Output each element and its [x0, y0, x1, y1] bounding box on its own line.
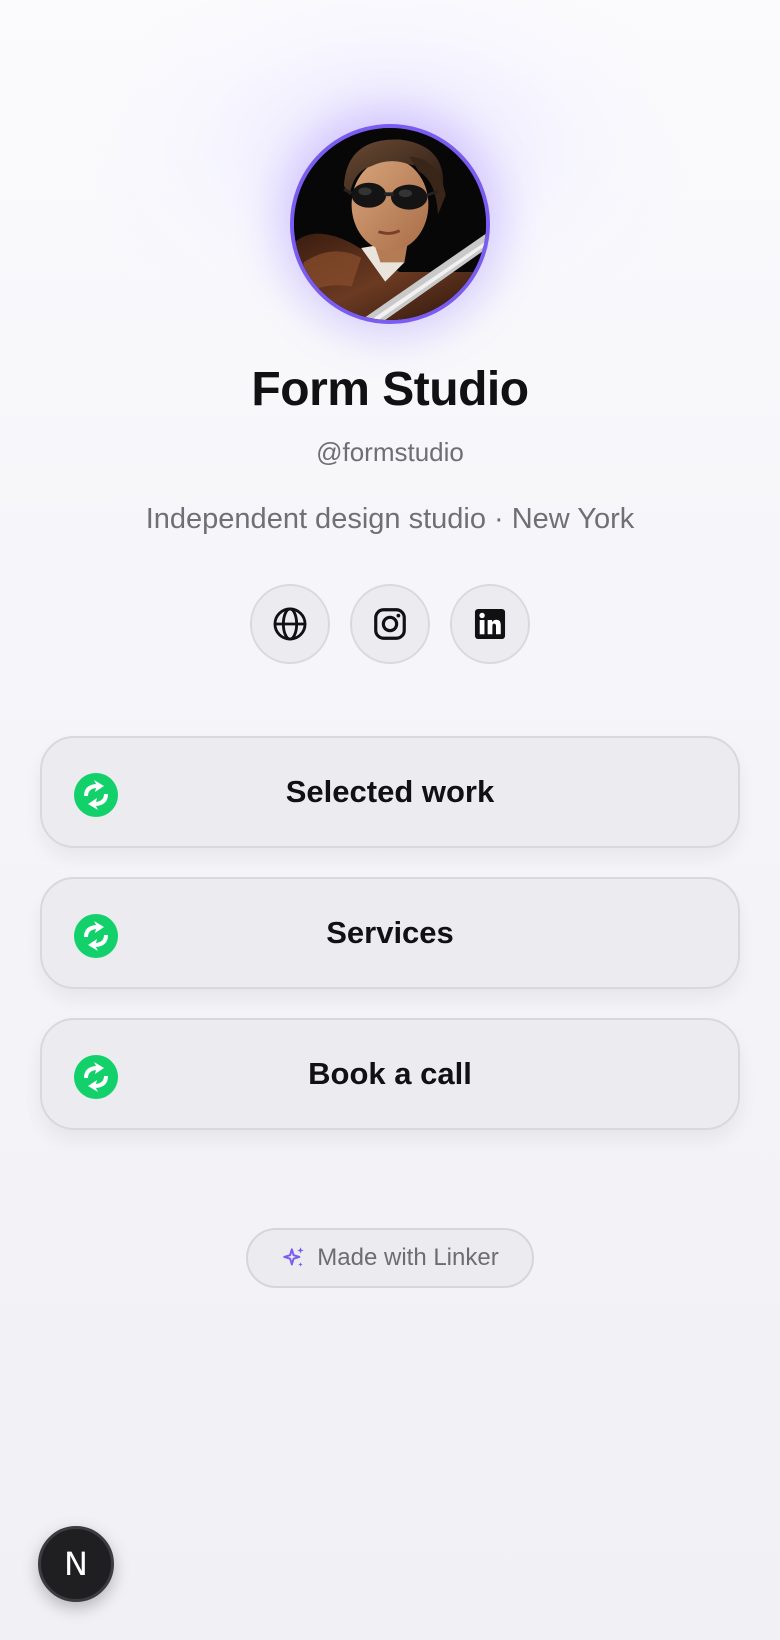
- refresh-icon: [74, 1055, 118, 1099]
- instagram-icon: [374, 608, 406, 640]
- linkedin-icon: [474, 608, 506, 640]
- avatar-photo: [294, 128, 486, 320]
- nextjs-dev-indicator-button[interactable]: N: [38, 1526, 114, 1602]
- link-selected-work[interactable]: Selected work: [40, 736, 740, 848]
- made-with-linker-badge[interactable]: Made with Linker: [246, 1228, 534, 1288]
- link-label: Selected work: [285, 774, 495, 809]
- nextjs-icon: N: [64, 1545, 88, 1583]
- profile-name: Form Studio: [251, 363, 529, 416]
- link-services[interactable]: Services: [40, 877, 740, 989]
- refresh-icon: [74, 773, 118, 817]
- avatar: [290, 124, 490, 324]
- website-button[interactable]: [250, 584, 330, 664]
- globe-icon: [273, 607, 307, 641]
- link-label: Services: [326, 915, 454, 950]
- link-label: Book a call: [308, 1056, 472, 1091]
- profile-handle: @formstudio: [316, 437, 464, 467]
- badge-label: Made with Linker: [317, 1244, 499, 1271]
- profile-bio: Independent design studio · New York: [145, 503, 635, 535]
- sparkle-icon: [283, 1247, 305, 1267]
- linkedin-button[interactable]: [450, 584, 530, 664]
- link-list: Selected work Services Book a call: [40, 736, 740, 1159]
- social-links: [250, 584, 530, 664]
- link-book-a-call[interactable]: Book a call: [40, 1018, 740, 1130]
- instagram-button[interactable]: [350, 584, 430, 664]
- refresh-icon: [74, 914, 118, 958]
